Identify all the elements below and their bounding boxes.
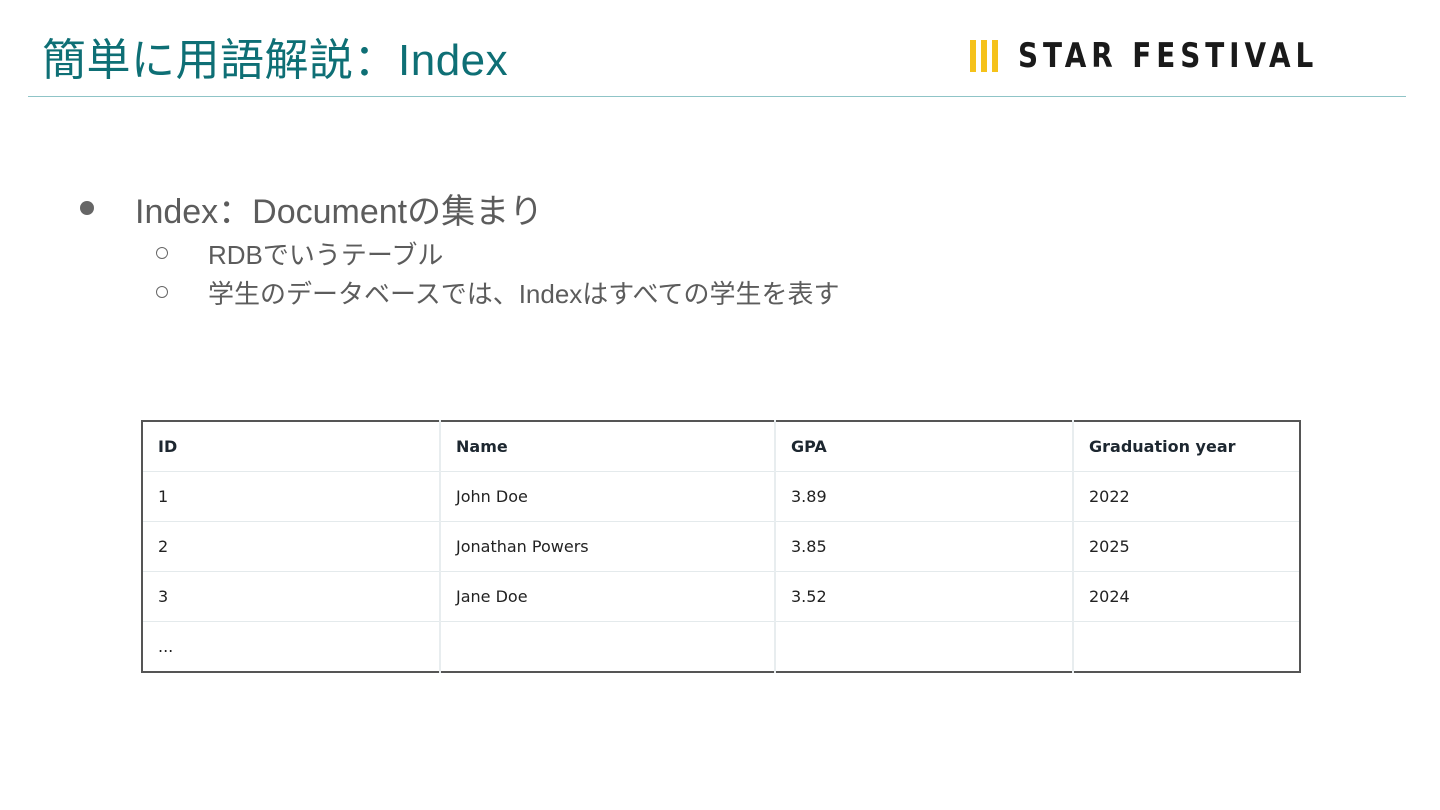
bullet-ring-icon: [156, 247, 168, 259]
bullet-dot-icon: [80, 201, 94, 215]
sub-bullet-2: 学生のデータベースでは、Indexはすべての学生を表す: [156, 275, 839, 309]
cell-name: Jane Doe: [440, 571, 776, 622]
cell-name: John Doe: [440, 471, 776, 522]
bullet-main-text: Index：Documentの集まり: [135, 192, 544, 231]
sub-bullet-1-text: RDBでいうテーブル: [208, 239, 444, 270]
cell-graduation-year: [1073, 622, 1300, 673]
header-id: ID: [142, 421, 441, 472]
cell-name: [440, 621, 776, 672]
bullet-ring-icon: [156, 286, 168, 298]
student-table: ID Name GPA Graduation year 1 John Doe 3…: [141, 420, 1301, 673]
table-row: 1 John Doe 3.89 2022: [142, 471, 1300, 522]
logo-text: STAR FESTIVAL: [1017, 36, 1319, 76]
table-row: 2 Jonathan Powers 3.85 2025: [142, 521, 1300, 572]
cell-id: 3: [142, 571, 441, 622]
header-graduation-year: Graduation year: [1073, 421, 1300, 472]
bullet-main: Index：Documentの集まり: [80, 186, 543, 231]
title-divider: [28, 96, 1406, 97]
header-gpa: GPA: [775, 421, 1074, 472]
cell-graduation-year: 2025: [1073, 521, 1300, 572]
slide-title: 簡単に用語解説：Index: [42, 36, 509, 85]
table-row: ...: [142, 621, 1300, 673]
sub-bullet-1: RDBでいうテーブル: [156, 236, 443, 270]
cell-id: 2: [142, 521, 441, 572]
cell-graduation-year: 2022: [1073, 471, 1300, 522]
cell-graduation-year: 2024: [1073, 571, 1300, 622]
table-row: 3 Jane Doe 3.52 2024: [142, 571, 1300, 622]
cell-id: ...: [142, 621, 441, 672]
cell-name: Jonathan Powers: [440, 521, 776, 572]
header-name: Name: [440, 421, 776, 472]
cell-gpa: 3.52: [775, 571, 1074, 622]
cell-id: 1: [142, 471, 441, 522]
star-festival-logo: STAR FESTIVAL: [969, 36, 1384, 76]
logo-bars-icon: [969, 40, 998, 72]
sub-bullet-2-text: 学生のデータベースでは、Indexはすべての学生を表す: [208, 278, 840, 309]
cell-gpa: 3.85: [775, 521, 1074, 572]
cell-gpa: 3.89: [775, 471, 1074, 522]
cell-gpa: [775, 621, 1074, 672]
table-header-row: ID Name GPA Graduation year: [142, 421, 1300, 472]
